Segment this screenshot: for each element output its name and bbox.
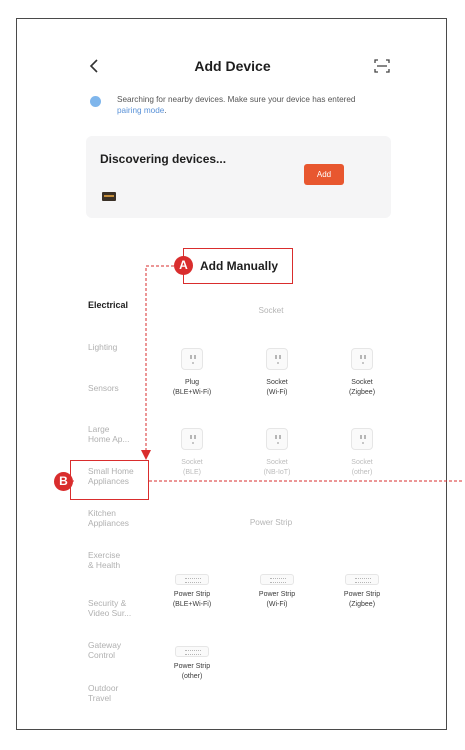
- socket-tile-label: Socket (Zigbee): [348, 379, 376, 396]
- category-item[interactable]: Gateway Control: [88, 640, 121, 660]
- power-strip-icon: [260, 574, 294, 585]
- socket-icon: [351, 348, 373, 370]
- socket-icon: [266, 348, 288, 370]
- socket-icon: [266, 428, 288, 450]
- power-strip-tile[interactable]: Power Strip (BLE+Wi-Fi): [157, 568, 227, 610]
- category-item[interactable]: Exercise & Health: [88, 550, 120, 570]
- socket-tile-label: Socket (Wi-Fi): [266, 379, 288, 396]
- socket-tile[interactable]: Socket (NB-IoT): [242, 428, 312, 478]
- category-item[interactable]: Kitchen Appliances: [88, 508, 129, 528]
- socket-tile-label: Socket (NB-IoT): [263, 459, 291, 476]
- notice-end: .: [164, 106, 167, 115]
- socket-icon: [181, 428, 203, 450]
- category-item[interactable]: Electrical: [88, 300, 128, 310]
- add-manually-callout-box[interactable]: Add Manually: [183, 248, 293, 284]
- category-item[interactable]: Lighting: [88, 342, 117, 352]
- category-item[interactable]: Large Home Ap...: [88, 424, 129, 444]
- section-power-strip: Power Strip: [249, 518, 293, 527]
- section-socket: Socket: [258, 306, 284, 315]
- category-item[interactable]: Outdoor Travel: [88, 683, 118, 703]
- annotation-marker-a: A: [174, 256, 193, 275]
- socket-tile-label: Socket (BLE): [181, 459, 203, 476]
- power-strip-tile[interactable]: Power Strip (other): [157, 640, 227, 682]
- add-button[interactable]: Add: [304, 164, 344, 185]
- notice-text: Searching for nearby devices. Make sure …: [117, 95, 356, 104]
- power-strip-icon: [175, 574, 209, 585]
- discovering-card: Discovering devices... Add: [86, 136, 391, 218]
- power-strip-icon: [175, 646, 209, 657]
- power-strip-tile[interactable]: Power Strip (Wi-Fi): [242, 568, 312, 610]
- discovering-title: Discovering devices...: [100, 152, 227, 166]
- discovered-device-icon[interactable]: [102, 192, 116, 201]
- page-title: Add Device: [194, 58, 271, 74]
- power-strip-icon: [345, 574, 379, 585]
- power-strip-tile-label: Power Strip (Wi-Fi): [258, 591, 296, 608]
- searching-notice: Searching for nearby devices. Make sure …: [117, 94, 377, 116]
- pairing-mode-link[interactable]: pairing mode: [117, 106, 164, 115]
- power-strip-tile-label: Power Strip (other): [173, 663, 211, 680]
- power-strip-tile-label: Power Strip (BLE+Wi-Fi): [172, 591, 212, 608]
- socket-tile-label: Socket (other): [351, 459, 373, 476]
- add-manually-label: Add Manually: [200, 259, 279, 273]
- annotation-marker-b: B: [54, 472, 73, 491]
- category-item[interactable]: Security & Video Sur...: [88, 598, 131, 618]
- power-strip-tile-label: Power Strip (Zigbee): [343, 591, 381, 608]
- socket-icon: [351, 428, 373, 450]
- category-item[interactable]: Sensors: [88, 383, 119, 393]
- socket-tile[interactable]: Plug (BLE+Wi-Fi): [157, 348, 227, 398]
- category-callout-box: [70, 460, 149, 500]
- socket-icon: [181, 348, 203, 370]
- power-strip-tile[interactable]: Power Strip (Zigbee): [327, 568, 397, 610]
- socket-tile[interactable]: Socket (Wi-Fi): [242, 348, 312, 398]
- scan-icon[interactable]: [373, 57, 391, 75]
- socket-tile-label: Plug (BLE+Wi-Fi): [172, 379, 212, 396]
- socket-tile[interactable]: Socket (Zigbee): [327, 348, 397, 398]
- socket-tile[interactable]: Socket (BLE): [157, 428, 227, 478]
- socket-tile[interactable]: Socket (other): [327, 428, 397, 478]
- bluetooth-icon: [90, 96, 101, 107]
